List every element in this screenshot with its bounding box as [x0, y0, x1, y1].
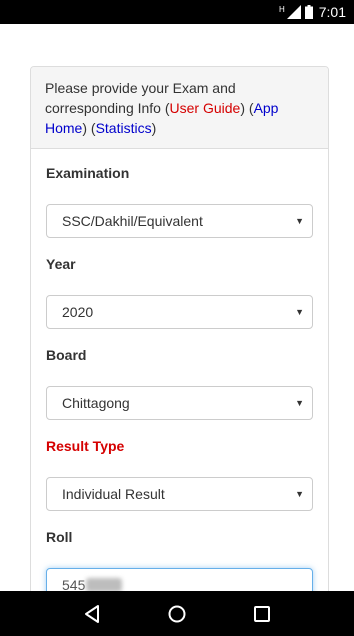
roll-label: Roll — [46, 529, 73, 545]
year-select[interactable]: 2020 ▼ — [46, 295, 313, 329]
network-type: H — [278, 4, 285, 14]
heading-text: ) ( — [240, 100, 254, 116]
clock: 7:01 — [318, 4, 346, 20]
panel-heading: Please provide your Exam and correspondi… — [31, 67, 328, 149]
recents-square-icon[interactable] — [250, 602, 274, 626]
board-value: Chittagong — [62, 395, 130, 411]
result-form-panel: Please provide your Exam and correspondi… — [30, 66, 329, 591]
result-type-label: Result Type — [46, 438, 125, 454]
heading-text: ) ( — [82, 120, 96, 136]
dropdown-arrow-icon: ▼ — [295, 489, 304, 499]
battery-icon — [304, 5, 313, 19]
examination-select[interactable]: SSC/Dakhil/Equivalent ▼ — [46, 204, 313, 238]
user-guide-link[interactable]: User Guide — [170, 100, 241, 116]
dropdown-arrow-icon: ▼ — [295, 216, 304, 226]
home-circle-icon[interactable] — [165, 602, 189, 626]
back-triangle-icon[interactable] — [80, 602, 104, 626]
redacted-blur — [86, 578, 123, 591]
year-value: 2020 — [62, 304, 94, 320]
status-bar: H 7:01 — [0, 0, 354, 24]
roll-value: 545 — [62, 577, 86, 591]
statistics-link[interactable]: Statistics — [96, 120, 152, 136]
navigation-bar — [0, 591, 354, 636]
examination-label: Examination — [46, 165, 130, 181]
board-select[interactable]: Chittagong ▼ — [46, 386, 313, 420]
year-label: Year — [46, 256, 76, 272]
result-type-value: Individual Result — [62, 486, 165, 502]
page-content: Please provide your Exam and correspondi… — [0, 24, 354, 591]
examination-value: SSC/Dakhil/Equivalent — [62, 213, 203, 229]
roll-input[interactable]: 545 — [46, 568, 313, 591]
dropdown-arrow-icon: ▼ — [295, 398, 304, 408]
board-label: Board — [46, 347, 87, 363]
heading-text: ) — [151, 120, 157, 136]
signal-icon — [286, 5, 301, 19]
panel-body: Examination SSC/Dakhil/Equivalent ▼ Year… — [31, 163, 328, 591]
result-type-select[interactable]: Individual Result ▼ — [46, 477, 313, 511]
dropdown-arrow-icon: ▼ — [295, 307, 304, 317]
